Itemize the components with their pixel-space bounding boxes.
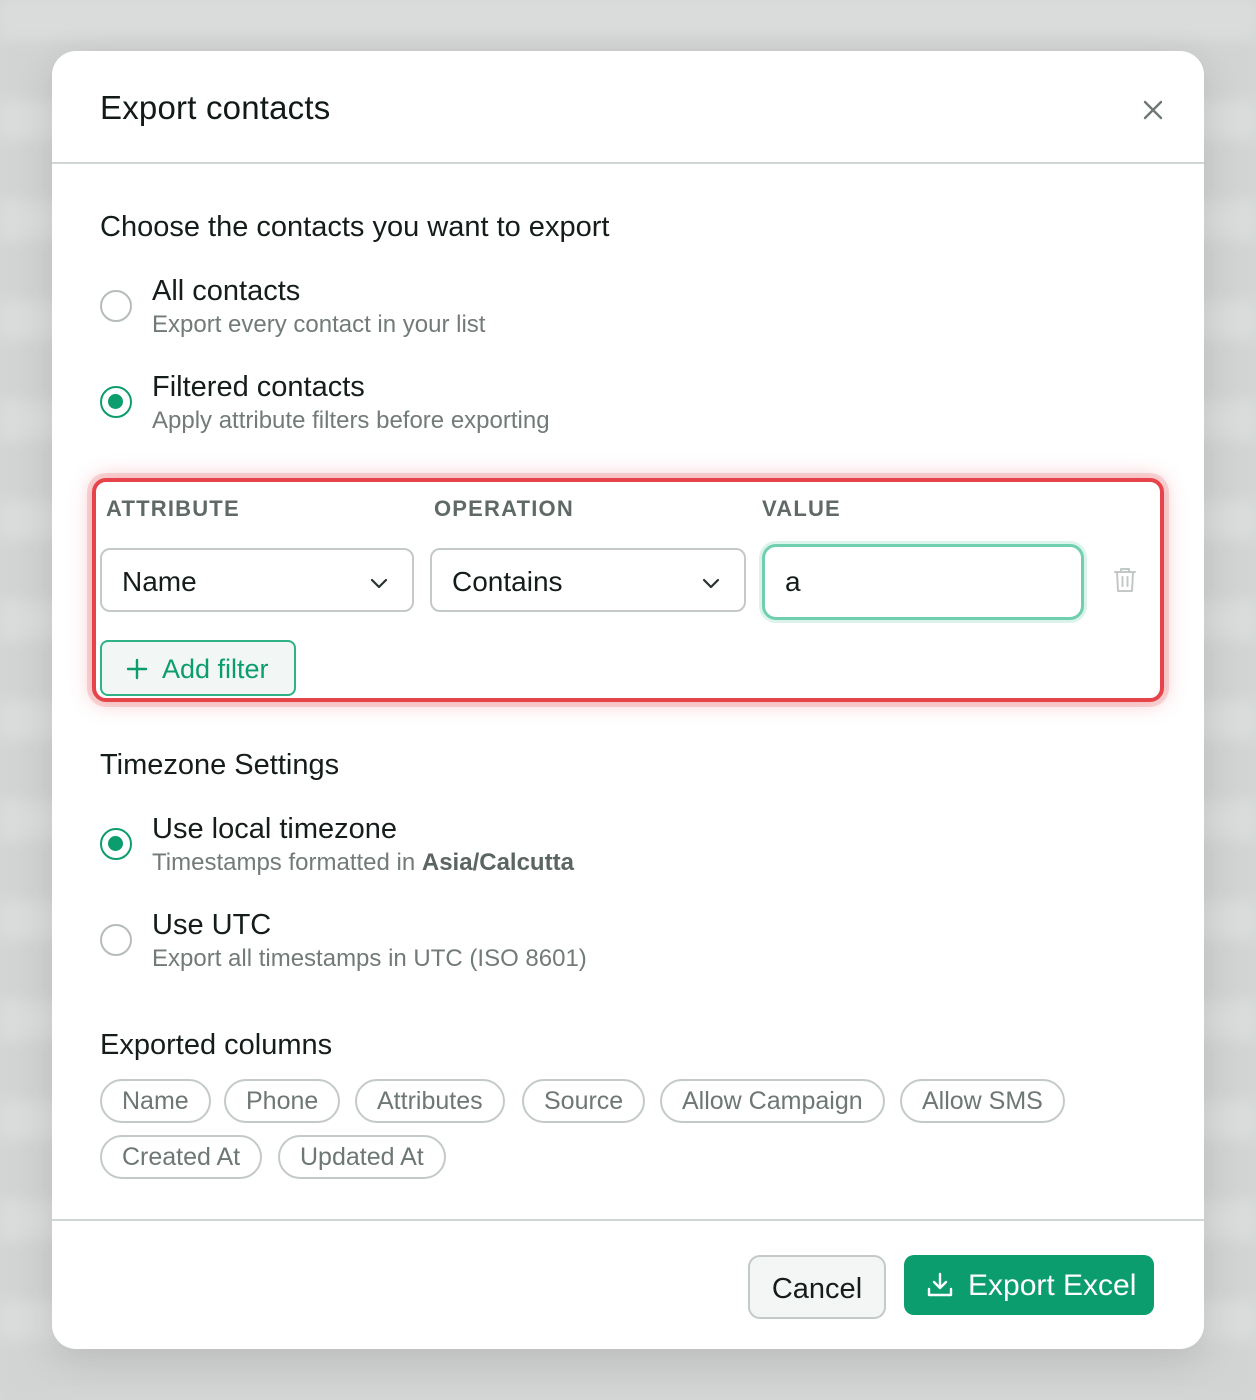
- timezone-description-prefix: Timestamps formatted in: [152, 849, 416, 876]
- cancel-button-label: Cancel: [771, 1273, 863, 1305]
- dialog-header: Export contacts: [52, 51, 1204, 164]
- column-chip: Allow Campaign: [660, 1079, 885, 1123]
- radio-description-all-contacts: Export every contact in your list: [152, 311, 486, 338]
- column-chip: Allow SMS: [900, 1079, 1065, 1123]
- radio-label-filtered-contacts: Filtered contacts: [152, 371, 365, 403]
- add-filter-label: Add filter: [162, 654, 269, 684]
- download-icon: [926, 1271, 954, 1299]
- value-column-label: VALUE: [762, 496, 841, 521]
- radio-button-utc[interactable]: [100, 924, 132, 956]
- trash-icon[interactable]: [1112, 566, 1138, 594]
- column-chip: Attributes: [355, 1079, 505, 1123]
- radio-local-timezone[interactable]: Use local timezone Timestamps formatted …: [100, 813, 1100, 883]
- timezone-name: Asia/Calcutta: [421, 849, 574, 876]
- add-filter-button[interactable]: Add filter: [100, 640, 296, 696]
- close-icon[interactable]: [1138, 95, 1168, 125]
- filter-panel: ATTRIBUTE OPERATION VALUE Name Contains …: [92, 478, 1164, 702]
- chevron-down-icon: [368, 572, 390, 594]
- dialog-title: Export contacts: [100, 89, 331, 126]
- contacts-section-title: Choose the contacts you want to export: [100, 211, 610, 243]
- radio-button-all-contacts[interactable]: [100, 290, 132, 322]
- chevron-down-icon: [700, 572, 722, 594]
- export-contacts-dialog: Export contacts Choose the contacts you …: [52, 51, 1204, 1349]
- radio-label-all-contacts: All contacts: [152, 275, 301, 307]
- radio-description-filtered-contacts: Apply attribute filters before exporting: [152, 407, 550, 434]
- radio-all-contacts[interactable]: All contacts Export every contact in you…: [100, 275, 1100, 345]
- attribute-select[interactable]: Name: [100, 548, 414, 612]
- attribute-column-label: ATTRIBUTE: [106, 496, 240, 521]
- value-field[interactable]: [762, 544, 1084, 620]
- radio-description-local-timezone: Timestamps formatted in Asia/Calcutta: [152, 849, 574, 877]
- radio-button-local-timezone[interactable]: [100, 828, 132, 860]
- plus-icon: [126, 658, 148, 680]
- columns-section-title: Exported columns: [100, 1029, 333, 1061]
- radio-description-utc: Export all timestamps in UTC (ISO 8601): [152, 945, 587, 972]
- cancel-button[interactable]: Cancel: [748, 1255, 886, 1319]
- dialog-footer: Cancel Export Excel: [52, 1219, 1204, 1349]
- radio-button-filtered-contacts[interactable]: [100, 386, 132, 418]
- export-excel-label: Export Excel: [968, 1269, 1137, 1302]
- radio-filtered-contacts[interactable]: Filtered contacts Apply attribute filter…: [100, 371, 1100, 441]
- radio-utc[interactable]: Use UTC Export all timestamps in UTC (IS…: [100, 909, 1100, 979]
- column-chip: Phone: [224, 1079, 341, 1123]
- column-chip: Source: [522, 1079, 646, 1123]
- column-chip: Name: [100, 1079, 211, 1123]
- radio-label-utc: Use UTC: [152, 909, 272, 941]
- timezone-section-title: Timezone Settings: [100, 749, 340, 781]
- radio-label-local-timezone: Use local timezone: [152, 813, 397, 845]
- attribute-select-value: Name: [122, 566, 197, 597]
- column-chip: Created At: [100, 1135, 263, 1179]
- export-excel-button[interactable]: Export Excel: [904, 1255, 1154, 1315]
- operation-select-value: Contains: [452, 566, 563, 597]
- operation-select[interactable]: Contains: [430, 548, 746, 612]
- value-input[interactable]: [765, 547, 1081, 617]
- column-chip: Updated At: [278, 1135, 446, 1179]
- operation-column-label: OPERATION: [434, 496, 574, 521]
